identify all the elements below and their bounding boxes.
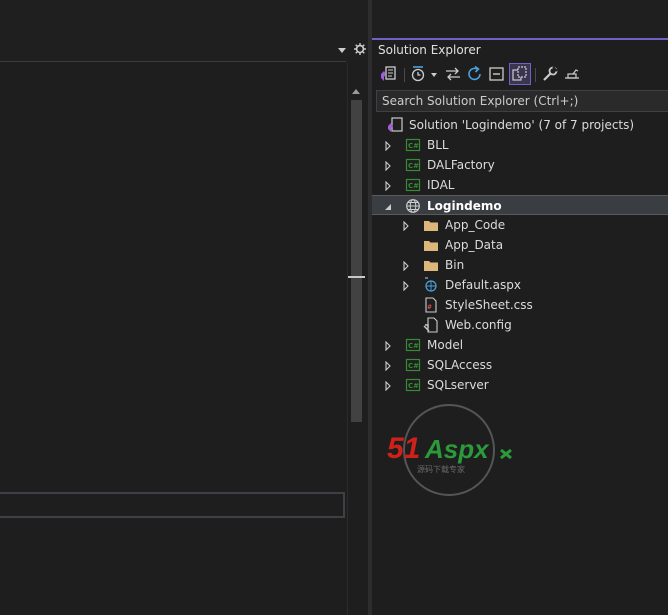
filter-dropdown-icon[interactable] — [430, 65, 438, 83]
svg-text:源码下载专家: 源码下载专家 — [417, 464, 465, 474]
tree-item-bin[interactable]: Bin — [372, 255, 668, 275]
toolbar-separator — [404, 68, 405, 82]
switch-views-icon[interactable] — [380, 65, 398, 83]
css-file-icon: # — [423, 297, 439, 313]
tree-item-dalfactory[interactable]: C# DALFactory — [372, 155, 668, 175]
preview-selected-items-icon[interactable] — [563, 65, 581, 83]
gear-icon[interactable] — [354, 43, 366, 55]
tree-item-label: Default.aspx — [445, 278, 521, 292]
tree-item-label: StyleSheet.css — [445, 298, 533, 312]
collapsed-arrow-icon[interactable] — [384, 380, 392, 392]
scroll-up-arrow-icon[interactable] — [352, 88, 360, 94]
tree-item-default-aspx[interactable]: Default.aspx — [372, 275, 668, 295]
tree-item-label: Logindemo — [427, 199, 502, 213]
tree-item-app-data[interactable]: App_Data — [372, 235, 668, 255]
csharp-project-icon: C# — [405, 337, 421, 353]
collapsed-arrow-icon[interactable] — [402, 260, 410, 272]
show-all-files-icon[interactable] — [509, 63, 531, 85]
search-input[interactable] — [377, 91, 668, 111]
panel-title: Solution Explorer — [378, 43, 481, 57]
csharp-project-icon: C# — [405, 177, 421, 193]
sync-with-active-document-icon[interactable] — [444, 65, 462, 83]
pending-changes-filter-icon[interactable] — [410, 65, 428, 83]
solution-label: Solution 'Logindemo' (7 of 7 projects) — [409, 118, 635, 132]
solution-node[interactable]: Solution 'Logindemo' (7 of 7 projects) — [372, 115, 668, 135]
editor-divider — [0, 61, 346, 62]
tree-item-model[interactable]: C# Model — [372, 335, 668, 355]
tree-item-label: App_Data — [445, 238, 504, 252]
tree-item-idal[interactable]: C# IDAL — [372, 175, 668, 195]
svg-text:C#: C# — [408, 182, 419, 190]
editor-tab-strip — [0, 0, 372, 62]
web-project-icon — [405, 198, 421, 214]
tree-item-stylesheet-css[interactable]: # StyleSheet.css — [372, 295, 668, 315]
solution-explorer-panel: Solution Explorer Search Solution Explor… — [372, 38, 668, 615]
tree-item-label: App_Code — [445, 218, 506, 232]
window-position-dropdown-icon[interactable] — [337, 46, 347, 54]
active-panel-accent — [372, 38, 668, 40]
collapsed-arrow-icon[interactable] — [384, 340, 392, 352]
tree-item-label: Web.config — [445, 318, 512, 332]
svg-text:C#: C# — [408, 162, 419, 170]
csharp-project-icon: C# — [405, 137, 421, 153]
search-solution-explorer[interactable] — [376, 90, 668, 112]
folder-icon — [423, 217, 439, 233]
tree-item-bll[interactable]: C# BLL — [372, 135, 668, 155]
collapsed-arrow-icon[interactable] — [384, 140, 392, 152]
folder-icon — [423, 257, 439, 273]
config-file-icon — [423, 317, 439, 333]
svg-text:Aspx: Aspx — [424, 434, 490, 464]
solution-icon — [388, 117, 404, 133]
tree-item-sqlserver[interactable]: C# SQLserver — [372, 375, 668, 395]
toolbar-separator — [535, 68, 536, 82]
tree-item-label: DALFactory — [427, 158, 495, 172]
tree-item-label: SQLserver — [427, 378, 489, 392]
refresh-icon[interactable] — [466, 65, 484, 83]
collapse-all-icon[interactable] — [488, 65, 506, 83]
scrollbar-thumb[interactable] — [351, 100, 362, 422]
tree-item-label: Bin — [445, 258, 465, 272]
svg-text:C#: C# — [408, 362, 419, 370]
svg-text:C#: C# — [408, 382, 419, 390]
csharp-project-icon: C# — [405, 157, 421, 173]
tree-item-label: IDAL — [427, 178, 455, 192]
properties-wrench-icon[interactable] — [541, 65, 559, 83]
tree-item-label: BLL — [427, 138, 449, 152]
svg-text:51: 51 — [387, 432, 420, 465]
svg-text:C#: C# — [408, 142, 419, 150]
csharp-project-icon: C# — [405, 357, 421, 373]
svg-text:C#: C# — [408, 342, 419, 350]
tree-item-logindemo[interactable]: Logindemo — [372, 195, 668, 215]
expanded-arrow-icon[interactable] — [384, 201, 392, 211]
folder-icon — [423, 237, 439, 253]
collapsed-arrow-icon[interactable] — [402, 220, 410, 232]
collapsed-arrow-icon[interactable] — [384, 180, 392, 192]
collapsed-arrow-icon[interactable] — [384, 360, 392, 372]
editor-pane — [0, 0, 372, 615]
tree-item-web-config[interactable]: Web.config — [372, 315, 668, 335]
csharp-project-icon: C# — [405, 377, 421, 393]
tree-item-sqlaccess[interactable]: C# SQLAccess — [372, 355, 668, 375]
tree-item-label: Model — [427, 338, 464, 352]
solution-explorer-toolbar — [372, 62, 668, 88]
watermark-logo: 51 Aspx 源码下载专家 — [383, 402, 515, 498]
svg-text:#: # — [427, 304, 432, 311]
aspx-file-icon — [423, 277, 439, 293]
collapsed-arrow-icon[interactable] — [402, 280, 410, 292]
tree-item-app-code[interactable]: App_Code — [372, 215, 668, 235]
scrollbar-position-marker — [348, 276, 365, 278]
tree-item-label: SQLAccess — [427, 358, 493, 372]
collapsed-arrow-icon[interactable] — [384, 160, 392, 172]
output-input-field[interactable] — [0, 492, 345, 518]
